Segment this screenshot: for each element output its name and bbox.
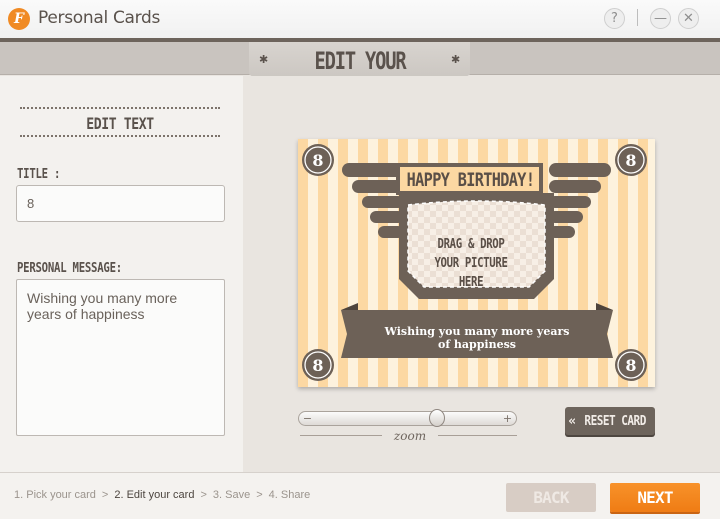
edit-text-heading: EDIT TEXT (86, 114, 154, 133)
step-share[interactable]: 4. Share (269, 489, 311, 501)
message-input[interactable]: Wishing you many more years of happiness (16, 279, 225, 436)
reset-card-label: RESET CARD (584, 413, 647, 429)
chevron-right-icon: > (200, 489, 207, 501)
divider (300, 435, 382, 436)
minimize-button[interactable]: — (650, 8, 671, 29)
left-wing-icon (342, 163, 404, 238)
card-preview[interactable]: HAPPY BIRTHDAY! DRAG & DROP YOUR PICTURE… (298, 139, 655, 387)
app-title: Personal Cards (38, 8, 161, 28)
zoom-label: zoom (393, 429, 427, 443)
card-message[interactable]: Wishing you many more years of happiness (378, 325, 576, 351)
corner-badge: 8 (312, 150, 324, 170)
zoom-out-icon[interactable]: − (301, 412, 314, 425)
reset-card-button[interactable]: « RESET CARD (565, 407, 655, 435)
zoom-in-icon[interactable]: + (501, 412, 514, 425)
right-wing-icon (549, 163, 611, 238)
corner-badge: 8 (625, 150, 637, 170)
title-bar: F Personal Cards ? — ✕ (0, 0, 720, 38)
back-button[interactable]: BACK (506, 483, 596, 512)
chevron-right-icon: > (256, 489, 263, 501)
app-logo-icon: F (8, 8, 30, 30)
star-icon: ✱ (259, 54, 269, 66)
help-button[interactable]: ? (604, 8, 625, 29)
drop-text-line: DRAG & DROP (437, 237, 505, 252)
star-icon: ✱ (451, 54, 461, 66)
title-input[interactable] (16, 185, 225, 222)
step-edit-card[interactable]: 2. Edit your card (114, 489, 194, 501)
photo-drop-zone[interactable]: DRAG & DROP YOUR PICTURE HERE (421, 235, 521, 292)
chevron-right-icon: > (101, 489, 109, 501)
breadcrumb: 1. Pick your card >2. Edit your card >3. S… (14, 489, 310, 501)
titlebar-divider (637, 9, 638, 26)
divider (20, 107, 220, 109)
card-headline[interactable]: HAPPY BIRTHDAY! (407, 166, 535, 193)
close-button[interactable]: ✕ (678, 8, 699, 29)
drop-text-line: YOUR PICTURE HERE (434, 256, 508, 290)
rewind-icon: « (568, 413, 576, 429)
step-pick-card[interactable]: 1. Pick your card (14, 489, 96, 501)
zoom-slider[interactable]: − + (298, 411, 517, 426)
step-save[interactable]: 3. Save (213, 489, 250, 501)
corner-badge: 8 (312, 355, 324, 375)
next-button[interactable]: NEXT (610, 483, 700, 512)
zoom-slider-handle[interactable] (429, 409, 445, 427)
message-field-label: PERSONAL MESSAGE: (17, 261, 122, 276)
divider (438, 435, 517, 436)
corner-badge: 8 (625, 355, 637, 375)
title-field-label: TITLE : (17, 167, 61, 182)
divider (20, 135, 220, 137)
